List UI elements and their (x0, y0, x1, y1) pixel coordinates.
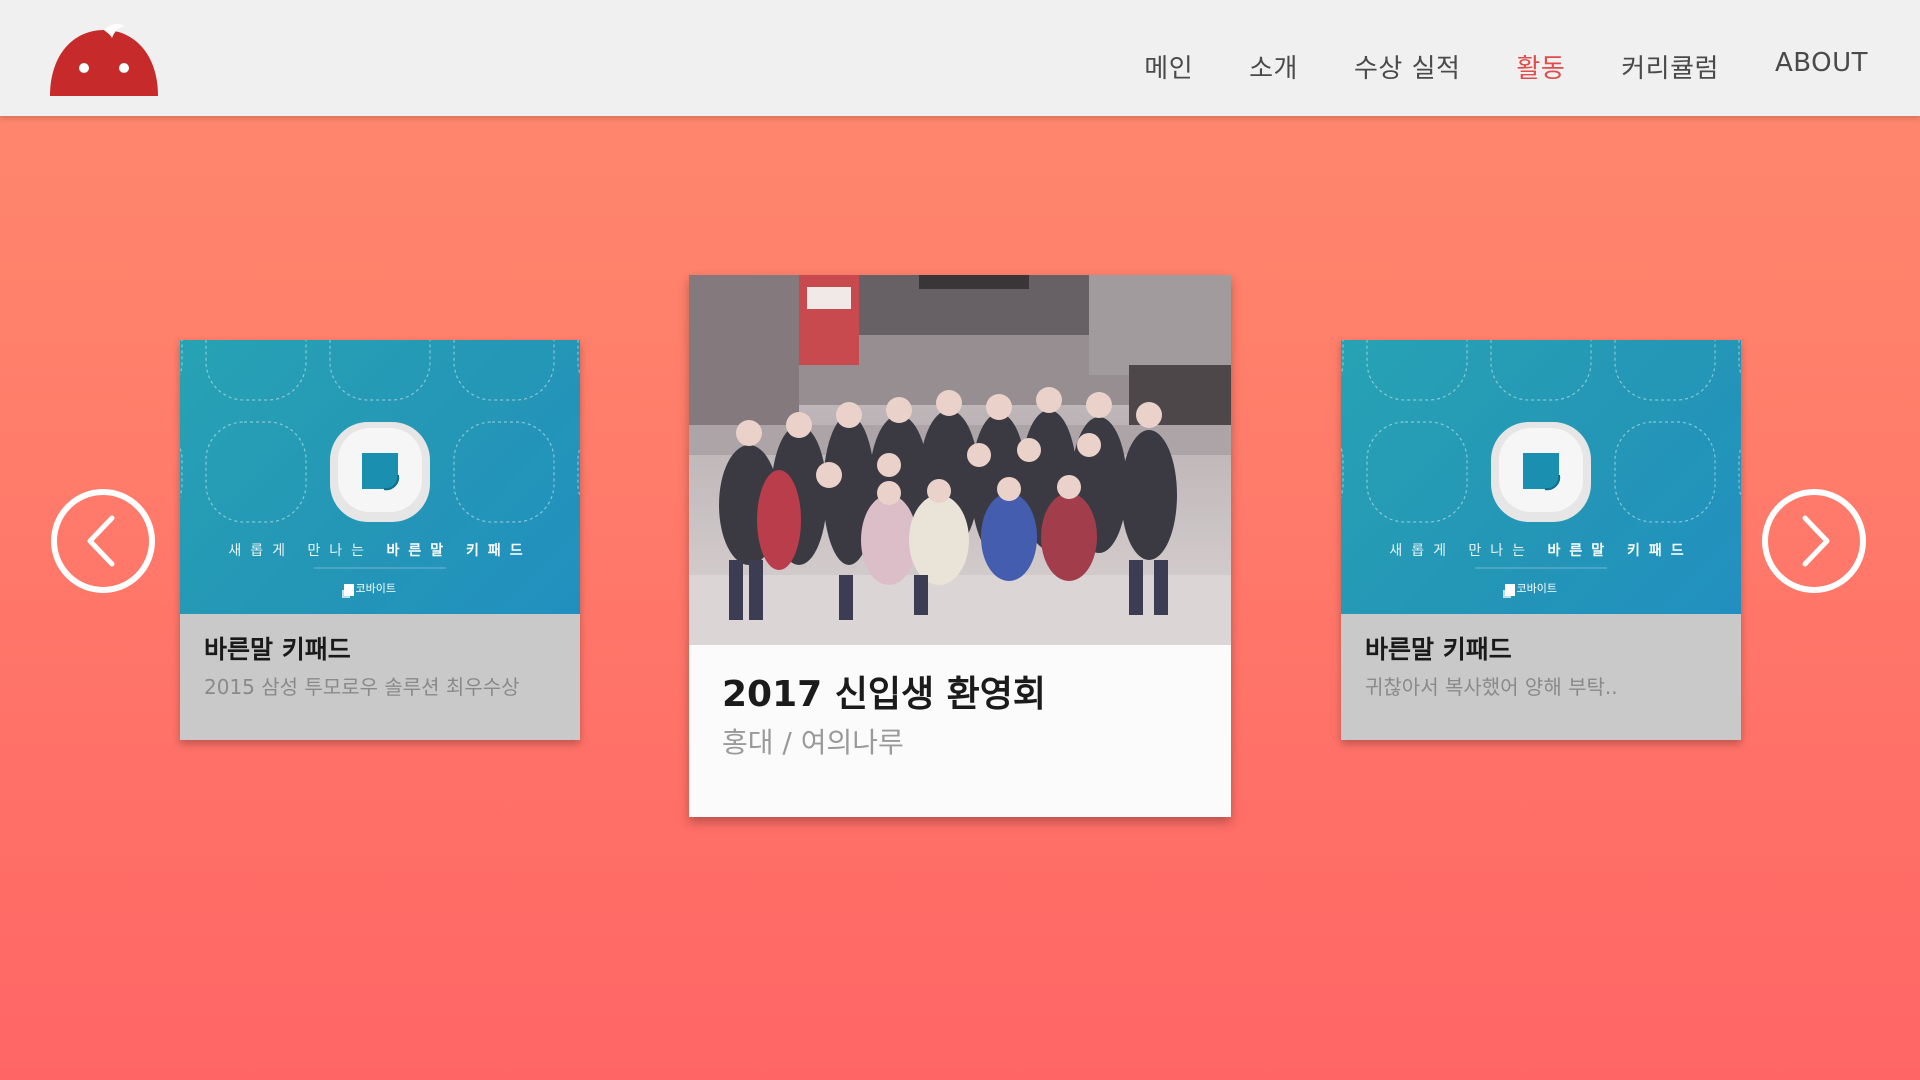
nav-item-about[interactable]: ABOUT (1775, 48, 1868, 85)
card-subtitle: 홍대 / 여의나루 (722, 726, 904, 759)
carousel-card-right[interactable]: 새롭게 만나는 바른말 키패드 U 코바이트 바른말 키패드 귀찮아서 복사했어… (1341, 340, 1741, 740)
nav-item-awards[interactable]: 수상 실적 (1354, 48, 1460, 85)
card-title: 바른말 키패드 (204, 635, 351, 664)
carousel-prev-button[interactable] (50, 488, 156, 594)
logo-icon[interactable] (48, 24, 160, 96)
chevron-right-icon (1802, 515, 1830, 567)
card-thumbnail: 새롭게 만나는 바른말 키패드 U 코바이트 (180, 340, 580, 614)
card-description: 귀찮아서 복사했어 양해 부탁.. (1365, 675, 1618, 699)
card-brand: U 코바이트 (344, 582, 397, 595)
card-description: 2015 삼성 투모로우 솔루션 최우수상 (204, 675, 520, 699)
card-tagline: 새롭게 만나는 바른말 키패드 (228, 543, 532, 559)
nav-item-activities[interactable]: 활동 (1516, 48, 1565, 85)
chevron-left-icon (87, 515, 115, 567)
card-tagline: 새롭게 만나는 바른말 키패드 (1389, 543, 1693, 559)
carousel-card-center[interactable]: 2017 신입생 환영회 홍대 / 여의나루 (689, 275, 1231, 817)
app-icon (1523, 453, 1559, 489)
nav-item-curriculum[interactable]: 커리큘럼 (1621, 48, 1719, 85)
card-brand: U 코바이트 (1505, 582, 1558, 595)
card-title: 2017 신입생 환영회 (722, 674, 1046, 715)
keypad-pattern-graphic (1341, 340, 1741, 598)
keypad-pattern-graphic (180, 340, 580, 598)
top-navigation-bar: 메인 소개 수상 실적 활동 커리큘럼 ABOUT (0, 0, 1920, 116)
card-thumbnail: 새롭게 만나는 바른말 키패드 U 코바이트 (1341, 340, 1741, 614)
main-nav: 메인 소개 수상 실적 활동 커리큘럼 ABOUT (1088, 48, 1868, 85)
group-photo (689, 275, 1231, 645)
card-title: 바른말 키패드 (1365, 635, 1512, 664)
app-icon (362, 453, 398, 489)
group-photo-image (689, 275, 1231, 645)
carousel-next-button[interactable] (1761, 488, 1867, 594)
nav-item-main[interactable]: 메인 (1144, 48, 1193, 85)
nav-item-intro[interactable]: 소개 (1249, 48, 1298, 85)
carousel-card-left[interactable]: 새롭게 만나는 바른말 키패드 U 코바이트 바른말 키패드 2015 삼성 투… (180, 340, 580, 740)
